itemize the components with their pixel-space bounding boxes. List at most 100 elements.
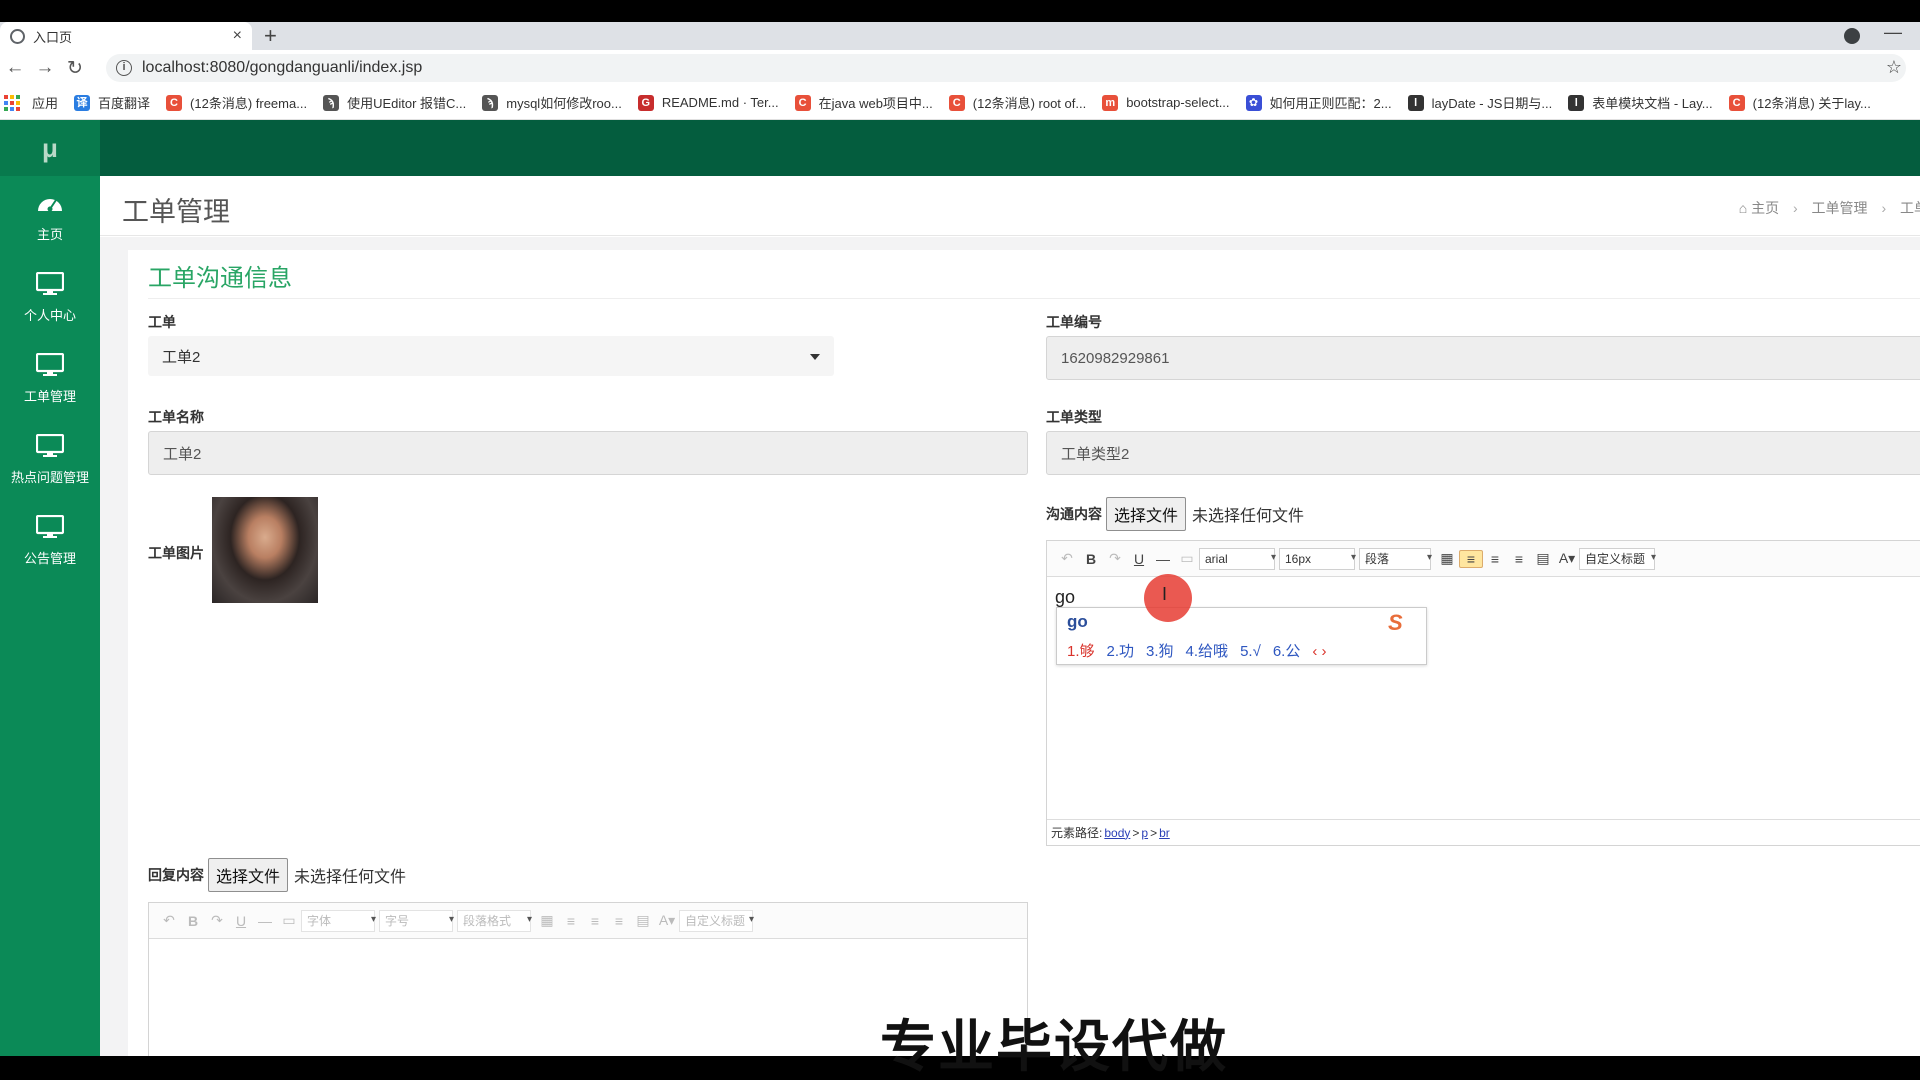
comm-file-status: 未选择任何文件 [1192,508,1305,525]
ime-candidate[interactable]: 4.给哦 [1186,643,1229,660]
align-right-icon[interactable]: ≡ [1483,551,1507,567]
bookmark-label: 使用UEditor 报错C... [347,96,467,111]
font-color-icon[interactable]: A▾ [1555,550,1579,567]
path-p-link[interactable]: p [1141,826,1148,840]
underline-icon[interactable]: U [1127,551,1151,567]
undo-icon[interactable]: ↶ [1055,550,1079,567]
sidebar-item-4[interactable]: 公告管理 [0,500,100,581]
ime-candidate[interactable]: 2.功 [1107,643,1135,660]
align-center-icon[interactable]: ≡ [607,913,631,929]
table-icon[interactable]: ▦ [1435,550,1459,567]
workorder-select[interactable]: 工单2 [148,336,834,376]
profile-icon[interactable] [1844,28,1860,44]
font-size-select[interactable]: 16px [1279,547,1356,570]
bookmark-favicon-icon: l [1407,94,1424,111]
reload-icon[interactable]: ↻ [60,57,90,80]
ime-candidate[interactable]: 6.公 [1273,643,1301,660]
sidebar-item-0[interactable]: 主页 [0,176,100,257]
name-field[interactable]: 工单2 [148,431,1028,475]
redo-icon[interactable]: ↷ [1103,550,1127,567]
bookmark-item[interactable]: ϡ mysql如何修改roo... [482,93,622,112]
ime-candidate[interactable]: 3.狗 [1146,643,1174,660]
reply-editor-toolbar: ↶ B ↷ U — ▭ 字体 字号 段落格式 ▦ ≡ ≡ ≡ ▤ [149,903,1027,939]
bookmark-item[interactable]: ✿ 如何用正则匹配：2... [1245,93,1392,112]
forward-icon[interactable]: → [30,57,60,79]
bold-icon[interactable]: B [1079,551,1103,567]
video-overlay-caption: 专业毕设代做 [880,1015,1228,1078]
bookmark-item[interactable]: C (12条消息) freema... [166,93,307,112]
bookmark-label: 百度翻译 [98,96,151,111]
sidebar-item-3[interactable]: 热点问题管理 [0,419,100,500]
minimize-icon[interactable]: — [1884,22,1902,43]
horizontal-rule-icon[interactable]: — [1151,551,1175,567]
align-right-icon[interactable]: ≡ [583,913,607,929]
type-field[interactable]: 工单类型2 [1046,431,1920,475]
align-left-icon[interactable]: ≡ [1459,549,1483,568]
paragraph-select[interactable]: 段落 [1359,547,1432,570]
dashboard-icon [36,191,64,224]
page-title: 工单管理 [122,197,230,227]
path-br-link[interactable]: br [1159,826,1170,840]
align-left-icon[interactable]: ≡ [559,913,583,929]
new-tab-icon[interactable]: + [264,23,277,49]
reply-file-button[interactable]: 选择文件 [208,858,289,892]
align-justify-icon[interactable]: ▤ [631,912,655,929]
underline-icon[interactable]: U [229,913,253,929]
close-tab-icon[interactable]: × [233,27,242,45]
paragraph-select[interactable]: 段落格式 [457,909,532,932]
workorder-photo [212,497,318,603]
page-header: 工单管理 ⌂ 主页 › 工单管理 › 工单 [100,176,1920,236]
bold-icon[interactable]: B [181,913,205,929]
redo-icon[interactable]: ↷ [205,912,229,929]
bookmark-item[interactable]: C (12条消息) 关于lay... [1728,93,1871,112]
sidebar-item-label: 工单管理 [23,388,76,404]
bookmark-item[interactable]: G README.md · Ter... [637,94,779,111]
font-family-select[interactable]: arial [1199,547,1276,570]
bookmark-item[interactable]: C (12条消息) root of... [948,93,1087,112]
info-icon[interactable]: i [116,60,132,76]
ime-candidate[interactable]: 5.√ [1240,643,1261,660]
custom-title-select[interactable]: 自定义标题 [1579,547,1656,570]
font-color-icon[interactable]: A▾ [655,912,679,929]
table-icon[interactable]: ▦ [535,912,559,929]
comm-file-button[interactable]: 选择文件 [1106,497,1187,531]
horizontal-rule-icon[interactable]: — [253,913,277,929]
number-field[interactable]: 1620982929861 [1046,336,1920,380]
align-center-icon[interactable]: ≡ [1507,551,1531,567]
bookmark-apps[interactable]: 应用 [4,93,58,112]
bookmark-item[interactable]: l layDate - JS日期与... [1407,93,1552,112]
bookmark-favicon-icon: G [637,94,654,111]
bookmark-label: README.md · Ter... [661,95,779,110]
align-justify-icon[interactable]: ▤ [1531,550,1555,567]
bookmark-item[interactable]: m bootstrap-select... [1102,94,1230,111]
url-text: localhost:8080/gongdanguanli/index.jsp [142,59,423,76]
breadcrumb-section[interactable]: 工单管理 [1812,200,1868,216]
custom-title-select[interactable]: 自定义标题 [679,909,754,932]
bookmark-item[interactable]: C 在java web项目中... [794,93,933,112]
paste-icon[interactable]: ▭ [277,912,301,929]
bookmark-label: (12条消息) root of... [972,96,1087,111]
panel-title: 工单沟通信息 [148,265,292,292]
number-label: 工单编号 [1046,314,1102,330]
paste-icon[interactable]: ▭ [1175,550,1199,567]
url-field[interactable]: i localhost:8080/gongdanguanli/index.jsp… [106,54,1906,82]
back-icon[interactable]: ← [0,57,30,79]
bookmark-label: 如何用正则匹配：2... [1269,96,1392,111]
bookmark-item[interactable]: ϡ 使用UEditor 报错C... [323,93,466,112]
bookmark-item[interactable]: 译百度翻译 [74,93,150,112]
font-family-select[interactable]: 字体 [301,909,376,932]
ime-candidate[interactable]: 1.够 [1067,643,1095,660]
breadcrumb-home[interactable]: 主页 [1751,200,1779,216]
sidebar-item-2[interactable]: 工单管理 [0,338,100,419]
sidebar-item-1[interactable]: 个人中心 [0,257,100,338]
monitor-icon [35,352,65,386]
font-size-select[interactable]: 字号 [379,909,454,932]
bookmark-star-icon[interactable]: ☆ [1886,57,1902,78]
browser-tab[interactable]: 入口页 × [0,22,252,50]
bookmark-label: 表单模块文档 - Lay... [1592,96,1713,111]
ime-page-arrows-icon[interactable]: ‹ › [1312,643,1326,660]
bookmark-item[interactable]: l 表单模块文档 - Lay... [1568,93,1713,112]
path-body-link[interactable]: body [1104,826,1130,840]
undo-icon[interactable]: ↶ [157,912,181,929]
bookmark-favicon-icon: 译 [74,94,91,111]
